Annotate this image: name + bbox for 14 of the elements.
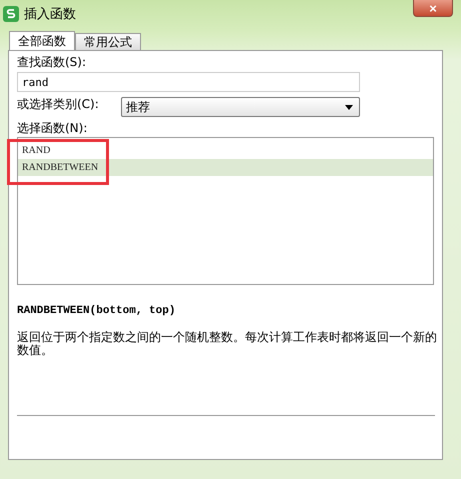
app-logo-icon [3,6,19,22]
function-description: 返回位于两个指定数之间的一个随机整数。每次计算工作表时都将返回一个新的数值。 [17,331,437,357]
function-item[interactable]: RAND [18,142,433,159]
field-label: 查找函数(S): [17,55,86,70]
function-item[interactable]: RANDBETWEEN [18,159,433,176]
search-field[interactable]: rand [17,72,360,92]
caret-icon [345,104,353,110]
window-title: 插入函数 [24,6,76,23]
field-label: 选择函数(N): [17,121,88,136]
tab[interactable]: 常用公式 [75,33,141,50]
category-dropdown[interactable]: 推荐 [121,97,360,117]
tab[interactable]: 全部函数 [9,31,75,51]
function-signature: RANDBETWEEN(bottom, top) [17,305,176,317]
field-label: 或选择类别(C): [17,97,100,112]
